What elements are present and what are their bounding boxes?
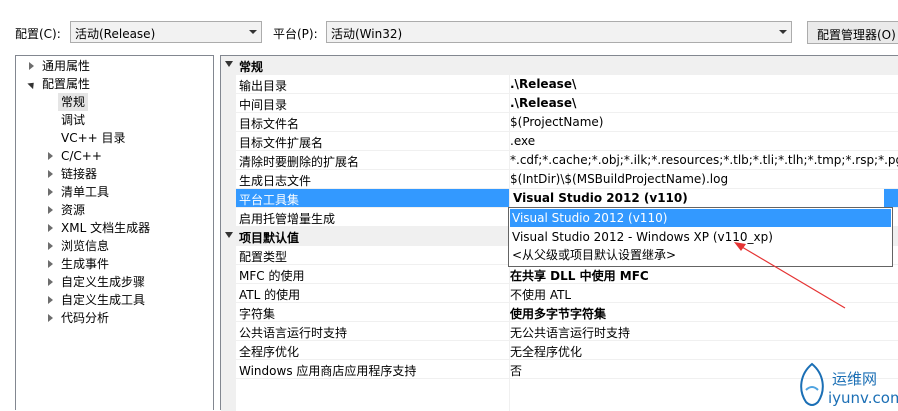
watermark-line1: 运维网: [832, 370, 878, 388]
watermark-line2: iyunv.com: [828, 389, 898, 407]
watermark: 运维网 iyunv.com: [792, 358, 898, 410]
watermark-logo-icon: [800, 362, 824, 406]
annotation-arrow: [734, 242, 846, 309]
